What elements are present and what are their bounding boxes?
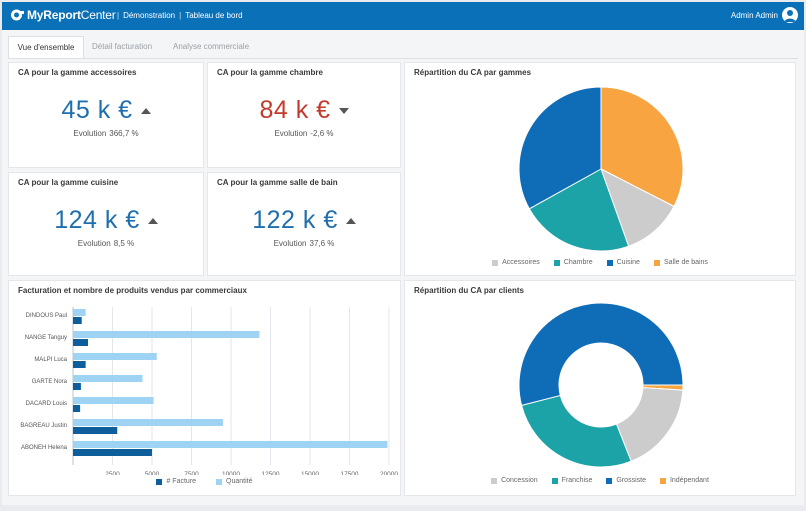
chart-legend: Concession Franchise Grossiste Indépenda… (405, 477, 795, 484)
y-tick-label: BAGREAU Justin (20, 423, 67, 429)
chart-card-gammes: Répartition du CA par gammes Accessoires… (404, 62, 796, 276)
trend-up-icon (147, 217, 158, 224)
kpi-value: 122 k € (252, 206, 338, 234)
report-logo-icon (11, 9, 24, 21)
breadcrumb: | Démonstration | Tableau de bord (117, 11, 243, 20)
chart-title: Facturation et nombre de produits vendus… (18, 286, 247, 295)
bar-quantite[interactable] (73, 331, 260, 338)
kpi-card-chambre: CA pour la gamme chambre 84 k € Evolutio… (207, 62, 401, 168)
kpi-evolution: Evolution 8,5 % (77, 239, 135, 248)
pie-chart-gammes (518, 86, 684, 252)
x-tick-label: 15000 (301, 471, 319, 475)
bar-facture[interactable] (73, 339, 89, 346)
card-title: CA pour la gamme accessoires (18, 68, 137, 77)
bar-facture[interactable] (73, 383, 81, 390)
y-tick-label: NANGE Tanguy (25, 335, 67, 341)
legend-item[interactable]: Quantité (216, 478, 253, 485)
user-avatar-icon[interactable] (782, 7, 798, 23)
x-tick-label: 2500 (105, 471, 120, 475)
user-name[interactable]: Admin Admin (731, 11, 778, 20)
bar-facture[interactable] (73, 449, 152, 456)
bar-facture[interactable] (73, 405, 81, 412)
y-tick-label: GARTE Nora (32, 379, 68, 385)
bar-facture[interactable] (73, 361, 86, 368)
tab-bar: Vue d'ensemble Détail facturation Analys… (8, 36, 798, 59)
chart-title: Répartition du CA par clients (414, 286, 524, 295)
tab-vue-ensemble[interactable]: Vue d'ensemble (8, 36, 84, 58)
kpi-card-accessoires: CA pour la gamme accessoires 45 k € Evol… (8, 62, 204, 168)
y-tick-label: DINDOUS Paul (26, 313, 67, 319)
legend-item[interactable]: Salle de bains (653, 259, 708, 266)
kpi-evolution: Evolution -2,6 % (274, 129, 334, 138)
kpi-card-salle-de-bain: CA pour la gamme salle de bain 122 k € E… (207, 172, 401, 276)
legend-item[interactable]: Accessoires (492, 259, 540, 266)
x-tick-label: 17500 (340, 471, 358, 475)
card-title: CA pour la gamme salle de bain (217, 178, 338, 187)
x-tick-label: 20000 (380, 471, 398, 475)
bar-facture[interactable] (73, 317, 82, 324)
chart-legend: # Facture Quantité (9, 478, 400, 485)
bar-chart-commerciaux: 2500 5000 7500 10000 12500 15000 17500 20000 DIN… (20, 307, 398, 475)
kpi-evolution: Evolution 366,7 % (73, 129, 139, 138)
x-tick-label: 7500 (184, 471, 199, 475)
breadcrumb-item[interactable]: Tableau de bord (185, 11, 242, 20)
kpi-value: 84 k € (259, 96, 331, 124)
bar-quantite[interactable] (73, 309, 86, 316)
kpi-card-cuisine: CA pour la gamme cuisine 124 k € Evoluti… (8, 172, 204, 276)
kpi-value: 45 k € (61, 96, 133, 124)
legend-item[interactable]: Indépendant (659, 477, 709, 484)
x-tick-label: 12500 (261, 471, 279, 475)
bar-quantite[interactable] (73, 397, 154, 404)
bar-quantite[interactable] (73, 441, 388, 448)
y-tick-label: ABONEH Helena (21, 445, 68, 451)
legend-item[interactable]: Cuisine (606, 259, 640, 266)
trend-up-icon (345, 217, 356, 224)
legend-item[interactable]: Chambre (553, 259, 593, 266)
bar-facture[interactable] (73, 427, 118, 434)
legend-item[interactable]: Grossiste (606, 477, 646, 484)
donut-chart-clients (518, 302, 684, 468)
bar-quantite[interactable] (73, 375, 143, 382)
legend-item[interactable]: Franchise (551, 477, 592, 484)
dashboard-main: Vue d'ensemble Détail facturation Analys… (2, 30, 804, 505)
app-logo[interactable]: MyReportCenter (11, 8, 116, 22)
kpi-evolution: Evolution 37,6 % (273, 239, 335, 248)
y-tick-label: DACARD Louis (26, 401, 67, 407)
trend-up-icon (140, 107, 151, 114)
breadcrumb-item[interactable]: Démonstration (123, 11, 175, 20)
pie-slice-franchise[interactable] (520, 394, 632, 468)
card-title: CA pour la gamme cuisine (18, 178, 119, 187)
bar-quantite[interactable] (73, 419, 224, 426)
card-title: CA pour la gamme chambre (217, 68, 323, 77)
top-bar: MyReportCenter | Démonstration | Tableau de… (2, 2, 804, 30)
legend-item[interactable]: # Facture (156, 478, 196, 485)
brand-name: MyReportCenter (27, 8, 116, 22)
chart-legend: Accessoires Chambre Cuisine Salle de bai… (405, 259, 795, 266)
bar-quantite[interactable] (73, 353, 157, 360)
x-tick-label: 10000 (222, 471, 240, 475)
tab-analyse-commerciale[interactable]: Analyse commerciale (168, 36, 254, 58)
chart-title: Répartition du CA par gammes (414, 68, 532, 77)
legend-item[interactable]: Concession (491, 477, 538, 484)
tab-detail-facturation[interactable]: Détail facturation (86, 36, 158, 58)
x-tick-label: 5000 (145, 471, 160, 475)
chart-card-commerciaux: Facturation et nombre de produits vendus… (8, 280, 401, 496)
trend-down-icon (338, 107, 349, 114)
chart-card-clients: Répartition du CA par clients Concession… (404, 280, 796, 496)
y-tick-label: MALPI Luca (34, 357, 67, 363)
kpi-value: 124 k € (54, 206, 140, 234)
